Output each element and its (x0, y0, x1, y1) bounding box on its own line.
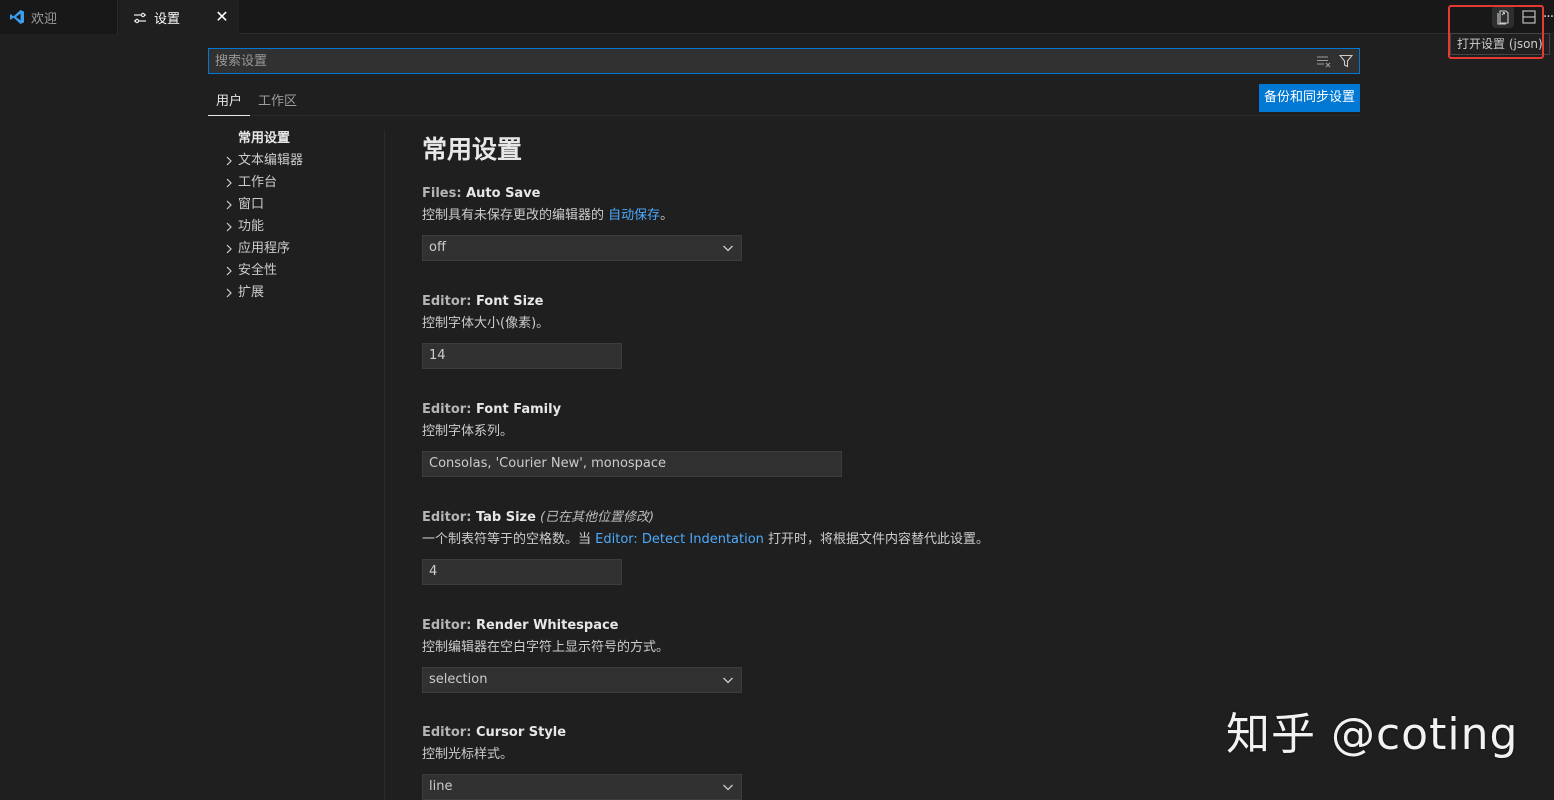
tab-user[interactable]: 用户 (208, 90, 250, 116)
tab-workspace[interactable]: 工作区 (258, 90, 302, 116)
toc-item-label: 功能 (238, 219, 265, 234)
font-size-input[interactable]: 14 (422, 343, 622, 369)
setting-editor-font-size: Editor: Font Size 控制字体大小(像素)。 14 (422, 292, 622, 369)
setting-title: Editor: Font Family (422, 402, 562, 417)
close-icon[interactable]: ✕ (214, 9, 230, 25)
toc-item-features[interactable]: 功能 (208, 216, 384, 238)
setting-description: 控制具有未保存更改的编辑器的 自动保存。 (422, 208, 674, 223)
toc-item-commonly-used[interactable]: 常用设置 (208, 128, 384, 150)
search-actions (1311, 52, 1355, 70)
setting-title: Files: Auto Save (422, 186, 541, 201)
setting-title: Editor: Cursor Style (422, 725, 567, 740)
toc-item-label: 应用程序 (238, 241, 291, 256)
setting-description: 控制光标样式。 (422, 747, 514, 762)
toc-item-application[interactable]: 应用程序 (208, 238, 384, 260)
setting-files-auto-save: Files: Auto Save 控制具有未保存更改的编辑器的 自动保存。 of… (422, 184, 742, 261)
tab-label: 设置 (154, 12, 181, 27)
chevron-right-icon (222, 197, 236, 213)
settings-editor-icon (132, 10, 148, 26)
setting-title: Editor: Font Size (422, 294, 544, 309)
tab-settings[interactable]: 设置 ✕ (119, 0, 239, 35)
chevron-right-icon (222, 219, 236, 235)
modified-elsewhere-note[interactable]: (已在其他位置修改) (540, 510, 654, 525)
font-family-input[interactable]: Consolas, 'Courier New', monospace (422, 451, 842, 477)
setting-editor-cursor-style: Editor: Cursor Style 控制光标样式。 line (422, 723, 742, 800)
toc-item-label: 窗口 (238, 197, 265, 212)
chevron-right-icon (222, 263, 236, 279)
chevron-right-icon (222, 285, 236, 301)
setting-description: 控制字体大小(像素)。 (422, 316, 550, 331)
toc-item-text-editor[interactable]: 文本编辑器 (208, 150, 384, 172)
toc-item-security[interactable]: 安全性 (208, 260, 384, 282)
toc-item-label: 文本编辑器 (238, 153, 304, 168)
setting-editor-font-family: Editor: Font Family 控制字体系列。 Consolas, 'C… (422, 400, 842, 477)
render-whitespace-select[interactable]: selection (422, 667, 742, 693)
tab-label: 欢迎 (31, 11, 58, 27)
tab-size-input[interactable]: 4 (422, 559, 622, 585)
backup-sync-settings-button[interactable]: 备份和同步设置 (1258, 84, 1360, 112)
chevron-right-icon (222, 153, 236, 169)
section-title: 常用设置 (422, 135, 523, 164)
filter-icon[interactable] (1337, 52, 1355, 70)
chevron-right-icon (222, 241, 236, 257)
watermark: 知乎 @coting (1226, 709, 1519, 760)
setting-editor-render-whitespace: Editor: Render Whitespace 控制编辑器在空白字符上显示符… (422, 616, 742, 693)
auto-save-link[interactable]: 自动保存 (608, 208, 660, 223)
toc-divider (384, 130, 385, 800)
settings-search-box (208, 48, 1360, 74)
chevron-down-icon (721, 241, 735, 255)
annotation-highlight-box (1448, 5, 1544, 59)
chevron-down-icon (721, 673, 735, 687)
settings-scope-tabs: 用户 工作区 备份和同步设置 (208, 84, 1360, 116)
setting-description: 控制字体系列。 (422, 424, 514, 439)
settings-search-input[interactable] (209, 49, 1309, 73)
vscode-logo-icon (9, 9, 25, 25)
chevron-down-icon (721, 780, 735, 794)
setting-title: Editor: Tab Size (已在其他位置修改) (422, 510, 655, 525)
editor-tab-bar: 欢迎 设置 ✕ ··· (0, 0, 1554, 35)
toc-item-label: 扩展 (238, 285, 265, 300)
setting-title: Editor: Render Whitespace (422, 618, 619, 633)
setting-description: 控制编辑器在空白字符上显示符号的方式。 (422, 640, 670, 655)
chevron-right-icon (222, 175, 236, 191)
cursor-style-select[interactable]: line (422, 774, 742, 800)
detect-indentation-link[interactable]: Editor: Detect Indentation (595, 532, 764, 547)
toc-item-label: 安全性 (238, 263, 278, 278)
auto-save-select[interactable]: off (422, 235, 742, 261)
toc-item-extensions[interactable]: 扩展 (208, 282, 384, 304)
setting-description: 一个制表符等于的空格数。当 Editor: Detect Indentation… (422, 532, 990, 547)
toc-item-label: 工作台 (238, 175, 278, 190)
settings-list: 常用设置 Files: Auto Save 控制具有未保存更改的编辑器的 自动保… (422, 130, 1362, 800)
clear-filter-icon[interactable] (1315, 52, 1333, 70)
settings-toc: 常用设置 文本编辑器 工作台 窗口 功能 应用程序 安全性 扩展 (208, 128, 384, 304)
tab-welcome[interactable]: 欢迎 (0, 0, 118, 34)
toc-item-window[interactable]: 窗口 (208, 194, 384, 216)
toc-item-workbench[interactable]: 工作台 (208, 172, 384, 194)
setting-editor-tab-size: Editor: Tab Size (已在其他位置修改) 一个制表符等于的空格数。当… (422, 508, 989, 585)
